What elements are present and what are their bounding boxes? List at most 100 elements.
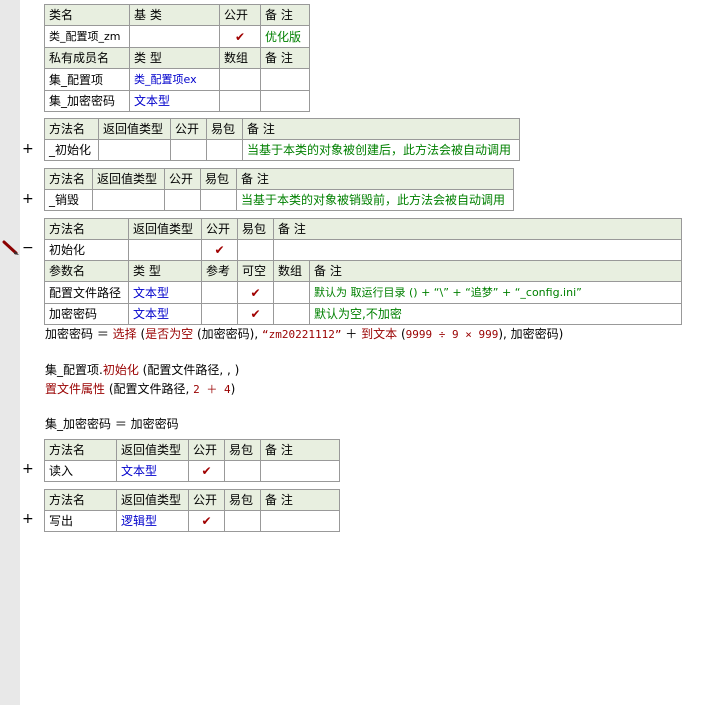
param-nullable[interactable]: ✔ <box>237 281 274 304</box>
param-type[interactable]: 文本型 <box>128 303 202 325</box>
method-easy-pack[interactable] <box>224 510 261 532</box>
header-class-name: 类名 <box>44 4 130 26</box>
method-easy-pack[interactable] <box>206 139 243 161</box>
method-return-type[interactable]: 文本型 <box>116 460 189 482</box>
param-array[interactable] <box>273 281 310 304</box>
method-return-type[interactable] <box>98 139 171 161</box>
method-name[interactable]: 初始化 <box>44 239 129 261</box>
code-line-3[interactable]: 置文件属性 (配置文件路径, 2 ＋ 4) <box>45 380 235 397</box>
member-note[interactable] <box>260 68 310 91</box>
param-nullable[interactable]: ✔ <box>237 303 274 325</box>
member-row[interactable]: 集_加密密码 文本型 <box>44 90 310 112</box>
param-name[interactable]: 配置文件路径 <box>44 281 129 304</box>
method-public[interactable] <box>164 189 201 211</box>
method-table-read: 方法名 返回值类型 公开 易包 备 注 读入 文本型 ✔ <box>44 439 340 482</box>
header-public: 公开 <box>219 4 261 26</box>
code-line-1[interactable]: 加密密码 ＝ 选择 (是否为空 (加密密码), “zm20221112” ＋ 到… <box>45 325 563 342</box>
method-name[interactable]: _初始化 <box>44 139 99 161</box>
header-base-class: 基 类 <box>129 4 220 26</box>
method-note[interactable] <box>273 239 682 261</box>
header-public: 公开 <box>188 489 225 511</box>
header-method-name: 方法名 <box>44 118 99 140</box>
param-note[interactable]: 默认为 取运行目录 () + “\” + “追梦” + “_config.ini… <box>309 281 682 304</box>
header-method-name: 方法名 <box>44 439 117 461</box>
header-reference: 参考 <box>201 260 238 282</box>
param-note[interactable]: 默认为空,不加密 <box>309 303 682 325</box>
header-member-type: 类 型 <box>129 47 220 69</box>
param-array[interactable] <box>273 303 310 325</box>
header-easy-pack: 易包 <box>200 168 237 190</box>
method-easy-pack[interactable] <box>200 189 237 211</box>
expand-write-button[interactable]: + <box>22 511 34 527</box>
member-name[interactable]: 集_配置项 <box>44 68 130 91</box>
header-return-type: 返回值类型 <box>92 168 165 190</box>
header-method-name: 方法名 <box>44 168 93 190</box>
member-name[interactable]: 集_加密密码 <box>44 90 130 112</box>
param-row[interactable]: 加密密码 文本型 ✔ 默认为空,不加密 <box>44 303 682 325</box>
header-note: 备 注 <box>260 4 310 26</box>
method-note[interactable]: 当基于本类的对象被销毁前，此方法会被自动调用 <box>236 189 514 211</box>
method-name[interactable]: _销毁 <box>44 189 93 211</box>
class-note[interactable]: 优化版 <box>260 25 310 48</box>
method-easy-pack[interactable] <box>224 460 261 482</box>
member-array[interactable] <box>219 68 261 91</box>
member-array[interactable] <box>219 90 261 112</box>
method-table-destroy: 方法名 返回值类型 公开 易包 备 注 _销毁 当基于本类的对象被销毁前，此方法… <box>44 168 514 211</box>
param-reference[interactable] <box>201 281 238 304</box>
header-public: 公开 <box>201 218 238 240</box>
header-return-type: 返回值类型 <box>98 118 171 140</box>
method-name[interactable]: 写出 <box>44 510 117 532</box>
header-easy-pack: 易包 <box>224 439 261 461</box>
header-note: 备 注 <box>260 439 340 461</box>
method-note[interactable] <box>260 510 340 532</box>
method-return-type[interactable] <box>128 239 202 261</box>
code-line-2[interactable]: 集_配置项.初始化 (配置文件路径, , ) <box>45 361 239 378</box>
method-public[interactable]: ✔ <box>188 510 225 532</box>
public-check[interactable]: ✔ <box>219 25 261 48</box>
method-table-init2: 方法名 返回值类型 公开 易包 备 注 初始化 ✔ <box>44 218 682 261</box>
expand-init-button[interactable]: + <box>22 141 34 157</box>
header-easy-pack: 易包 <box>206 118 243 140</box>
method-public[interactable] <box>170 139 207 161</box>
method-easy-pack[interactable] <box>237 239 274 261</box>
member-note[interactable] <box>260 90 310 112</box>
code-line-4[interactable]: 集_加密密码 ＝ 加密密码 <box>45 415 179 432</box>
method-name[interactable]: 读入 <box>44 460 117 482</box>
method-return-type[interactable] <box>92 189 165 211</box>
header-easy-pack: 易包 <box>224 489 261 511</box>
class-name-cell[interactable]: 类_配置项_zm <box>44 25 130 48</box>
collapse-init2-button[interactable]: − <box>22 240 34 256</box>
method-public[interactable]: ✔ <box>201 239 238 261</box>
member-type[interactable]: 类_配置项ex <box>129 68 220 91</box>
header-note: 备 注 <box>309 260 682 282</box>
header-public: 公开 <box>188 439 225 461</box>
param-type[interactable]: 文本型 <box>128 281 202 304</box>
header-param-name: 参数名 <box>44 260 129 282</box>
header-array: 数组 <box>273 260 310 282</box>
expand-read-button[interactable]: + <box>22 461 34 477</box>
param-name[interactable]: 加密密码 <box>44 303 129 325</box>
header-array: 数组 <box>219 47 261 69</box>
member-row[interactable]: 集_配置项 类_配置项ex <box>44 68 310 91</box>
header-method-name: 方法名 <box>44 489 117 511</box>
param-table: 参数名 类 型 参考 可空 数组 备 注 配置文件路径 文本型 ✔ 默认为 取运… <box>44 260 682 325</box>
header-easy-pack: 易包 <box>237 218 274 240</box>
method-note[interactable]: 当基于本类的对象被创建后，此方法会被自动调用 <box>242 139 520 161</box>
header-return-type: 返回值类型 <box>116 489 189 511</box>
header-return-type: 返回值类型 <box>128 218 202 240</box>
method-table-write: 方法名 返回值类型 公开 易包 备 注 写出 逻辑型 ✔ <box>44 489 340 532</box>
editor-gutter <box>0 0 20 705</box>
header-note: 备 注 <box>236 168 514 190</box>
expand-destroy-button[interactable]: + <box>22 191 34 207</box>
member-type[interactable]: 文本型 <box>129 90 220 112</box>
class-table: 类名 基 类 公开 备 注 类_配置项_zm ✔ 优化版 私有成员名 类 型 数… <box>44 4 310 112</box>
param-row[interactable]: 配置文件路径 文本型 ✔ 默认为 取运行目录 () + “\” + “追梦” +… <box>44 281 682 304</box>
header-return-type: 返回值类型 <box>116 439 189 461</box>
method-return-type[interactable]: 逻辑型 <box>116 510 189 532</box>
base-class-cell[interactable] <box>129 25 220 48</box>
header-public: 公开 <box>170 118 207 140</box>
method-note[interactable] <box>260 460 340 482</box>
header-note: 备 注 <box>260 489 340 511</box>
param-reference[interactable] <box>201 303 238 325</box>
method-public[interactable]: ✔ <box>188 460 225 482</box>
